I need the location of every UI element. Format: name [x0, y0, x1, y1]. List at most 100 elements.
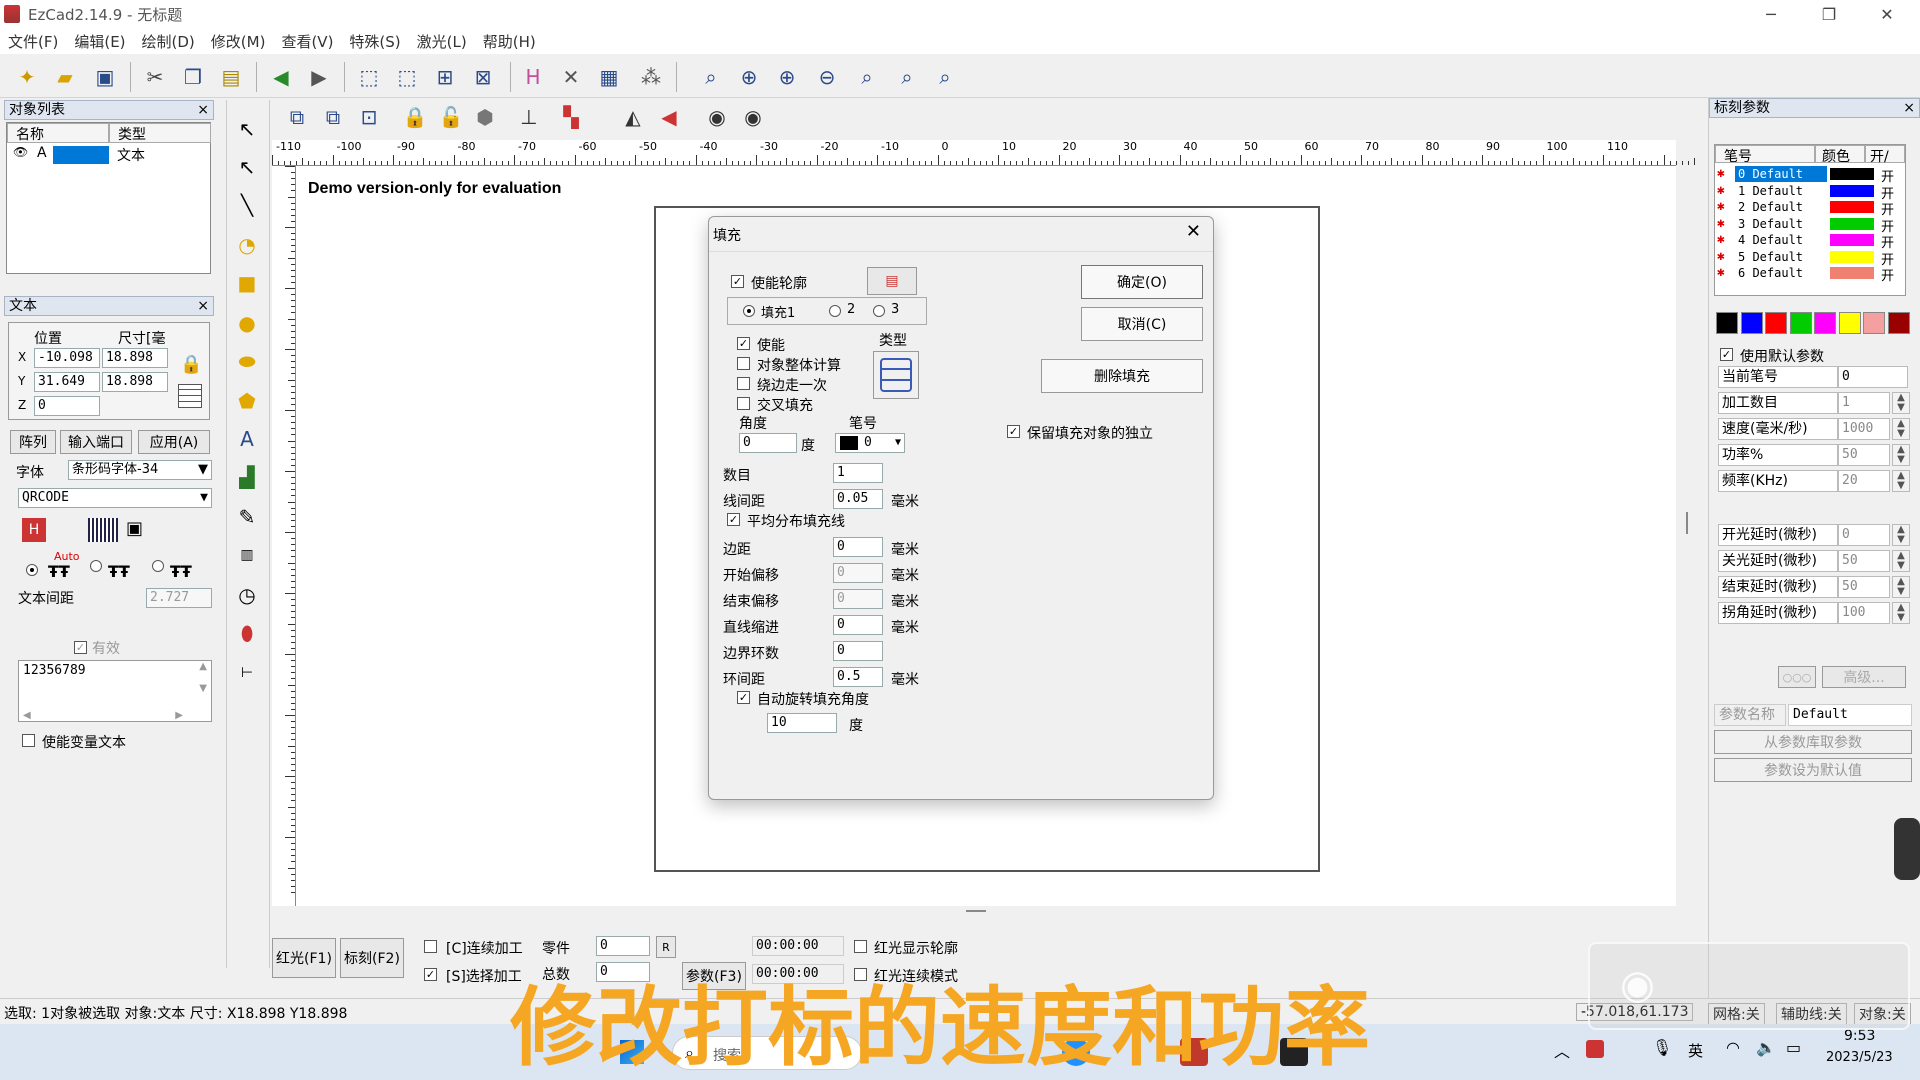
scroll-right-icon[interactable]: ▶ [175, 710, 183, 721]
auto-rotate-checkbox[interactable]: ✓ [737, 691, 750, 704]
cut-icon[interactable]: ✂ [140, 62, 170, 92]
text-content-area[interactable]: 12356789 ▲ ▼ ◀ ▶ [18, 660, 212, 722]
laser-off-delay-stepper[interactable]: ▲ ▼ [1892, 550, 1910, 572]
line-indent-field[interactable]: 0 [833, 615, 883, 635]
selected-checkbox[interactable]: ✓ [424, 968, 437, 981]
pen-row[interactable]: ✱ 1 Default 开 [1715, 183, 1895, 202]
enable-contour-checkbox[interactable]: ✓ [731, 275, 744, 288]
spacing-mode-radio-2[interactable] [90, 560, 102, 572]
zoom-out-icon[interactable]: ⊖ [812, 62, 842, 92]
lock-icon[interactable]: 🔒 [180, 354, 202, 375]
line-icon[interactable]: ╲ [232, 190, 262, 220]
paste-icon[interactable]: ▤ [216, 62, 246, 92]
text-spacing-auto-icon[interactable]: ŦŦ [48, 562, 70, 581]
col-name-header[interactable]: 名称 [7, 123, 109, 143]
bitmap-icon[interactable]: ▟ [232, 462, 262, 492]
select-curve-icon[interactable]: ⬚ [392, 62, 422, 92]
circle-icon[interactable]: ● [232, 308, 262, 338]
loop-count-field[interactable]: 1 [1838, 392, 1890, 414]
cross-fill-checkbox[interactable] [737, 397, 750, 410]
menu-modify[interactable]: 修改(M) [203, 31, 274, 52]
scroll-left-icon[interactable]: ◀ [23, 710, 31, 721]
auto-rotate-field[interactable]: 10 [767, 713, 837, 733]
end-delay-stepper[interactable]: ▲ ▼ [1892, 576, 1910, 598]
speed-stepper[interactable]: ▲ ▼ [1892, 418, 1910, 440]
close-icon[interactable]: × [197, 101, 209, 119]
io-input-icon[interactable]: ⬮ [232, 618, 262, 648]
properties-icon[interactable]: ▦ [594, 62, 624, 92]
node-edit-icon[interactable]: ⁂ [636, 62, 666, 92]
select-arrow-icon[interactable]: ↖ [232, 114, 262, 144]
count-field[interactable]: 1 [833, 463, 883, 483]
whole-object-checkbox[interactable] [737, 357, 750, 370]
array-button[interactable]: 阵列 [10, 430, 56, 454]
menu-draw[interactable]: 绘制(D) [134, 31, 203, 52]
x-size-field[interactable]: 18.898 [102, 348, 168, 368]
pen-color-swatch[interactable] [1830, 217, 1874, 230]
clock-icon[interactable]: ◷ [232, 580, 262, 610]
ime-indicator[interactable]: 英 [1688, 1040, 1703, 1061]
clock-date[interactable]: 2023/5/23 [1826, 1050, 1893, 1065]
wobble-icon[interactable]: ○○○ [1778, 666, 1816, 688]
unlock-object-icon[interactable]: 🔓 [436, 102, 466, 132]
new-file-icon[interactable]: ✦ [12, 62, 42, 92]
text-spacing-fixed-icon[interactable]: ŦŦ [108, 562, 130, 581]
font-select[interactable]: 条形码字体-34 ▼ [68, 460, 212, 480]
fill-tool-icon[interactable]: ⊡ [354, 102, 384, 132]
laser-on-delay-field[interactable]: 0 [1838, 524, 1890, 546]
maximize-button[interactable]: ❐ [1806, 0, 1852, 28]
variable-text-checkbox[interactable] [22, 734, 35, 747]
save-icon[interactable]: ▣ [126, 518, 150, 542]
speed-field[interactable]: 1000 [1838, 418, 1890, 440]
tray-chevron-icon[interactable]: ︿ [1554, 1038, 1570, 1062]
pen-color-swatch[interactable] [1830, 168, 1874, 180]
palette-swatch[interactable] [1765, 312, 1787, 334]
set-default-button[interactable]: 参数设为默认值 [1714, 758, 1912, 782]
vector-file-icon[interactable]: ✎ [232, 502, 262, 532]
menu-edit[interactable]: 编辑(E) [66, 31, 133, 52]
pen-color-swatch[interactable] [1830, 201, 1874, 213]
input-port-button[interactable]: 输入端口 [60, 430, 132, 454]
zoom-fit-icon[interactable]: ⌕ [852, 62, 882, 92]
angle-field[interactable]: 0 [739, 433, 797, 453]
pen-row[interactable]: ✱ 3 Default 开 [1715, 216, 1895, 235]
wifi-icon[interactable]: ◠ [1726, 1038, 1740, 1057]
bind-icon[interactable]: ⊥ [514, 102, 544, 132]
apply-button[interactable]: 应用(A) [138, 430, 210, 454]
zoom-in-plus-icon[interactable]: ⊕ [772, 62, 802, 92]
tools-icon[interactable]: ✕ [556, 62, 586, 92]
pen-state[interactable]: 开 [1881, 265, 1894, 284]
z-position-field[interactable]: 0 [34, 396, 100, 416]
from-library-button[interactable]: 从参数库取参数 [1714, 730, 1912, 754]
show-selected-icon[interactable]: ◉ [738, 102, 768, 132]
text-tool-icon[interactable]: A [232, 424, 262, 454]
line-spacing-field[interactable]: 0.05 [833, 489, 883, 509]
pen-row[interactable]: ✱ 5 Default 开 [1715, 249, 1895, 268]
battery-icon[interactable]: ▭ [1786, 1038, 1801, 1057]
open-folder-icon[interactable]: ▰ [50, 62, 80, 92]
color-fill-icon[interactable]: ▚ [556, 102, 586, 132]
margin-field[interactable]: 0 [833, 537, 883, 557]
curve-icon[interactable]: ◔ [232, 230, 262, 260]
show-all-icon[interactable]: ◉ [702, 102, 732, 132]
spacing-mode-radio-1[interactable] [26, 564, 38, 576]
border-loops-field[interactable]: 0 [833, 641, 883, 661]
laser-on-delay-stepper[interactable]: ▲ ▼ [1892, 524, 1910, 546]
microphone-icon[interactable]: 🎙 [1652, 1038, 1672, 1057]
menu-file[interactable]: 文件(F) [0, 31, 66, 52]
menu-view[interactable]: 查看(V) [273, 31, 341, 52]
advanced-button[interactable]: 高级... [1822, 666, 1906, 688]
zoom-in-icon[interactable]: ⊕ [734, 62, 764, 92]
lock-object-icon[interactable]: 🔒 [400, 102, 430, 132]
eye-icon[interactable]: 👁 [13, 145, 28, 159]
red-light-button[interactable]: 红光(F1) [272, 938, 336, 978]
loop-spacing-field[interactable]: 0.5 [833, 667, 883, 687]
current-pen-field[interactable]: 0 [1838, 366, 1908, 388]
select-group-icon[interactable]: ⊞ [430, 62, 460, 92]
frequency-stepper[interactable]: ▲ ▼ [1892, 470, 1910, 492]
col-onoff-header[interactable]: 开/ [1865, 145, 1905, 165]
copy-icon[interactable]: ❐ [178, 62, 208, 92]
end-offset-field[interactable]: 0 [833, 589, 883, 609]
rectangle-icon[interactable]: ■ [232, 268, 262, 298]
x-position-field[interactable]: -10.098 [34, 348, 100, 368]
